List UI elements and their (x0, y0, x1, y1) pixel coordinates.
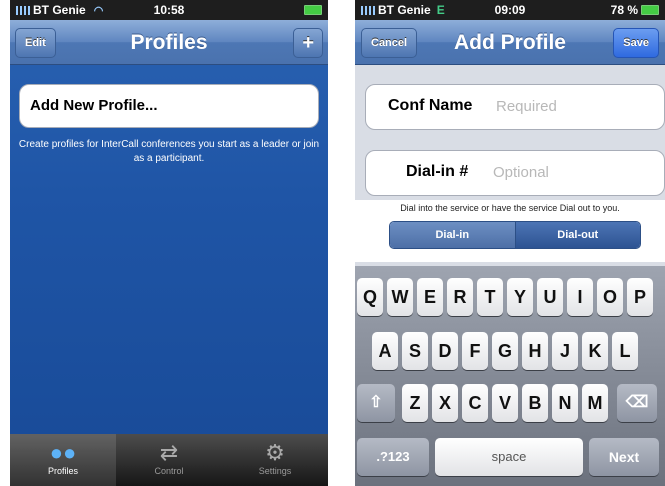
next-key[interactable]: Next (589, 438, 659, 476)
key-o[interactable]: O (597, 278, 623, 316)
people-icon: ●● (49, 440, 77, 465)
dial-hint: Dial into the service or have the servic… (400, 203, 620, 213)
dial-mode-panel: Dial into the service or have the servic… (355, 200, 665, 262)
key-c[interactable]: C (462, 384, 488, 422)
key-k[interactable]: K (582, 332, 608, 370)
backspace-icon: ⌫ (625, 394, 649, 411)
key-n[interactable]: N (552, 384, 578, 422)
gear-icon: ⚙ (265, 440, 285, 465)
backspace-key[interactable]: ⌫ (617, 384, 657, 422)
key-r[interactable]: R (447, 278, 473, 316)
key-b[interactable]: B (522, 384, 548, 422)
key-m[interactable]: M (582, 384, 608, 422)
key-s[interactable]: S (402, 332, 428, 370)
key-z[interactable]: Z (402, 384, 428, 422)
clock: 10:58 (153, 3, 185, 17)
key-l[interactable]: L (612, 332, 638, 370)
key-u[interactable]: U (537, 278, 563, 316)
key-p[interactable]: P (627, 278, 653, 316)
key-j[interactable]: J (552, 332, 578, 370)
nav-bar: Edit Profiles + (10, 20, 328, 65)
signal-icon (361, 6, 375, 15)
carrier-label: BT Genie (378, 3, 431, 17)
dial-mode-segmented-control: Dial-in Dial-out (389, 221, 641, 249)
conf-name-label: Conf Name (388, 97, 473, 114)
conf-name-field[interactable]: Conf Name Required (365, 84, 665, 130)
key-i[interactable]: I (567, 278, 593, 316)
dial-in-field[interactable]: Dial-in # Optional (365, 150, 665, 196)
conf-name-input[interactable]: Required (496, 98, 557, 115)
key-q[interactable]: Q (357, 278, 383, 316)
dial-in-input[interactable]: Optional (493, 164, 549, 181)
key-f[interactable]: F (462, 332, 488, 370)
tab-profiles[interactable]: ●● Profiles (10, 434, 116, 486)
status-bar: BT Genie ◠ 10:58 (10, 0, 328, 20)
tab-label: Profiles (47, 466, 78, 476)
key-v[interactable]: V (492, 384, 518, 422)
tab-control[interactable]: ⇄ Control (116, 434, 222, 486)
signal-icon (16, 6, 30, 15)
profiles-screen: BT Genie ◠ 10:58 Edit Profiles + Add New … (10, 0, 328, 486)
battery-icon (304, 5, 322, 15)
add-icon[interactable]: + (293, 28, 323, 58)
key-e[interactable]: E (417, 278, 443, 316)
key-w[interactable]: W (387, 278, 413, 316)
clock: 09:09 (494, 3, 526, 17)
shift-key[interactable]: ⇧ (357, 384, 395, 422)
profiles-hint: Create profiles for InterCall conference… (18, 139, 320, 164)
key-t[interactable]: T (477, 278, 503, 316)
tab-bar: ●● Profiles ⇄ Control ⚙ Settings (10, 434, 328, 486)
carrier-label: BT Genie (33, 3, 86, 17)
key-y[interactable]: Y (507, 278, 533, 316)
battery-percent: 78 % (610, 3, 638, 17)
battery-icon (641, 5, 659, 15)
key-x[interactable]: X (432, 384, 458, 422)
key-a[interactable]: A (372, 332, 398, 370)
save-button[interactable]: Save (613, 28, 659, 58)
segment-dial-out[interactable]: Dial-out (514, 222, 640, 248)
tab-settings[interactable]: ⚙ Settings (222, 434, 328, 486)
dial-in-label: Dial-in # (406, 163, 469, 180)
add-new-profile-button[interactable]: Add New Profile... (19, 84, 319, 128)
arrows-icon: ⇄ (159, 440, 179, 465)
add-new-profile-label: Add New Profile... (30, 97, 158, 114)
keyboard: Q W E R T Y U I O P A S D F G H J K L ⇧ … (355, 266, 665, 486)
tab-label: Control (154, 466, 184, 476)
add-profile-screen: BT Genie E 09:09 78 % Cancel Add Profile … (355, 0, 665, 486)
wifi-icon: ◠ (93, 5, 104, 17)
nav-bar: Cancel Add Profile Save (355, 20, 665, 65)
status-bar: BT Genie E 09:09 78 % (355, 0, 665, 20)
space-key[interactable]: space (435, 438, 583, 476)
page-title: Profiles (130, 31, 208, 54)
tab-label: Settings (258, 466, 292, 476)
key-d[interactable]: D (432, 332, 458, 370)
key-g[interactable]: G (492, 332, 518, 370)
key-h[interactable]: H (522, 332, 548, 370)
segment-dial-in[interactable]: Dial-in (390, 222, 515, 248)
numbers-key[interactable]: .?123 (357, 438, 429, 476)
network-type: E (436, 3, 445, 17)
shift-icon: ⇧ (369, 394, 383, 411)
